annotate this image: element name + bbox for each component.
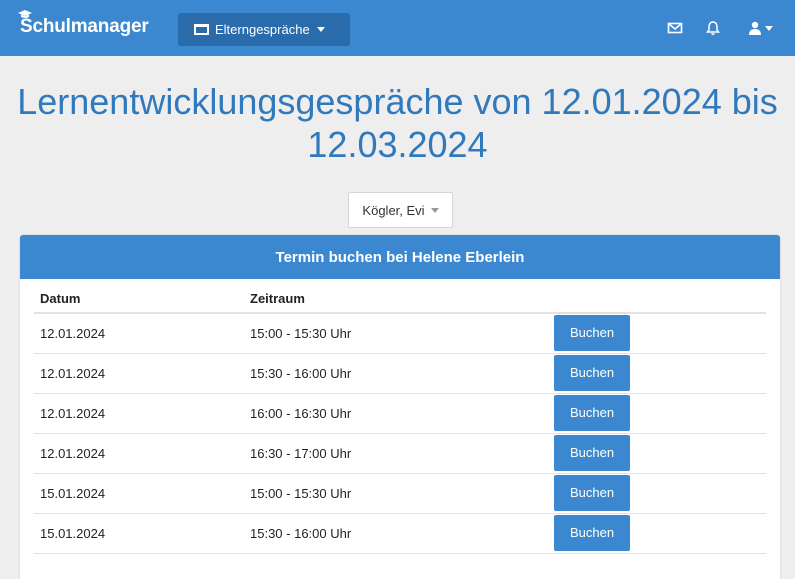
row-time: 16:00 - 16:30 Uhr bbox=[244, 393, 550, 434]
user-menu-button[interactable] bbox=[748, 20, 782, 36]
row-time: 15:30 - 16:00 Uhr bbox=[244, 513, 550, 554]
user-icon bbox=[749, 21, 761, 35]
row-date: 12.01.2024 bbox=[34, 353, 244, 394]
booking-panel: Termin buchen bei Helene Eberlein Datum … bbox=[20, 235, 780, 579]
chevron-down-icon bbox=[430, 207, 439, 213]
row-time: 15:00 - 15:30 Uhr bbox=[244, 313, 550, 354]
chevron-down-icon bbox=[316, 27, 325, 32]
row-action-cell: Buchen bbox=[550, 513, 766, 554]
module-dropdown-button[interactable]: Elterngespräche bbox=[178, 13, 350, 46]
book-button[interactable]: Buchen bbox=[554, 395, 630, 431]
row-date: 15.01.2024 bbox=[34, 473, 244, 514]
window-icon bbox=[194, 24, 209, 35]
row-time: 16:30 - 17:00 Uhr bbox=[244, 433, 550, 474]
column-header-date: Datum bbox=[34, 285, 244, 314]
brand-logo[interactable]: Schulmanager bbox=[20, 16, 149, 38]
person-select-value: Kögler, Evi bbox=[362, 202, 425, 218]
bell-icon[interactable] bbox=[705, 20, 721, 36]
row-action-cell: Buchen bbox=[550, 353, 766, 394]
table-row: 15.01.2024 15:30 - 16:00 Uhr Buchen bbox=[34, 513, 766, 554]
table-row: 12.01.2024 16:30 - 17:00 Uhr Buchen bbox=[34, 433, 766, 474]
row-time: 15:30 - 16:00 Uhr bbox=[244, 353, 550, 394]
row-date: 12.01.2024 bbox=[34, 313, 244, 354]
row-action-cell: Buchen bbox=[550, 433, 766, 474]
row-action-cell: Buchen bbox=[550, 393, 766, 434]
page-title: Lernentwicklungsgespräche von 12.01.2024… bbox=[17, 81, 778, 165]
column-header-time: Zeitraum bbox=[244, 285, 550, 314]
appointments-table: Datum Zeitraum 12.01.2024 15:00 - 15:30 … bbox=[34, 285, 766, 554]
column-header-action bbox=[550, 285, 766, 314]
table-header-row: Datum Zeitraum bbox=[34, 285, 766, 314]
table-row: 12.01.2024 15:30 - 16:00 Uhr Buchen bbox=[34, 353, 766, 394]
chevron-down-icon bbox=[765, 26, 773, 31]
top-navbar: Schulmanager Elterngespräche bbox=[0, 0, 795, 56]
book-button[interactable]: Buchen bbox=[554, 515, 630, 551]
row-action-cell: Buchen bbox=[550, 473, 766, 514]
row-date: 12.01.2024 bbox=[34, 393, 244, 434]
table-row: 15.01.2024 15:00 - 15:30 Uhr Buchen bbox=[34, 473, 766, 514]
table-row: 12.01.2024 16:00 - 16:30 Uhr Buchen bbox=[34, 393, 766, 434]
mail-icon[interactable] bbox=[667, 20, 683, 36]
table-row: 12.01.2024 15:00 - 15:30 Uhr Buchen bbox=[34, 313, 766, 354]
row-date: 12.01.2024 bbox=[34, 433, 244, 474]
book-button[interactable]: Buchen bbox=[554, 315, 630, 352]
row-action-cell: Buchen bbox=[550, 313, 766, 354]
book-button[interactable]: Buchen bbox=[554, 435, 630, 471]
person-select[interactable]: Kögler, Evi bbox=[348, 192, 453, 228]
book-button[interactable]: Buchen bbox=[554, 475, 630, 511]
panel-heading: Termin buchen bei Helene Eberlein bbox=[20, 235, 780, 279]
module-label: Elterngespräche bbox=[215, 22, 310, 37]
book-button[interactable]: Buchen bbox=[554, 355, 630, 391]
row-date: 15.01.2024 bbox=[34, 513, 244, 554]
row-time: 15:00 - 15:30 Uhr bbox=[244, 473, 550, 514]
